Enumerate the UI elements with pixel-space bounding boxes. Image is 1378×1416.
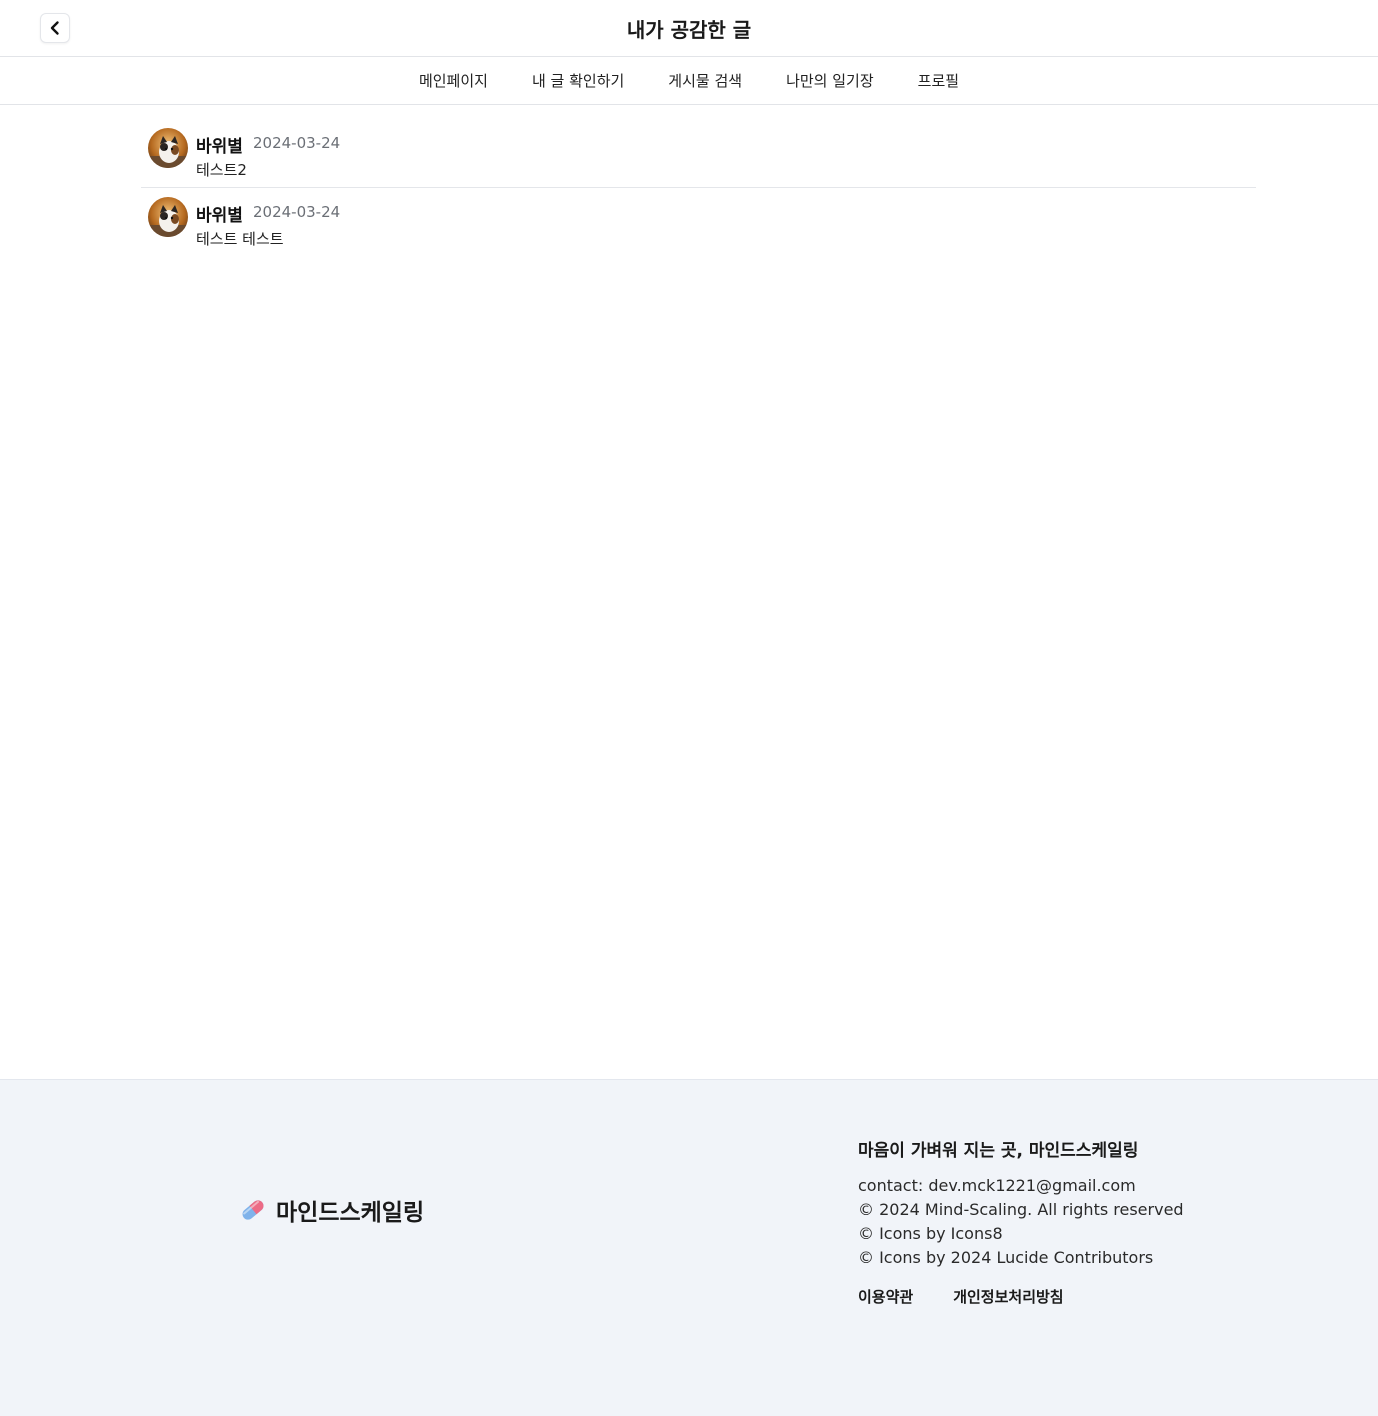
- post-date: 2024-03-24: [253, 134, 341, 152]
- post-author: 바위별: [196, 206, 243, 226]
- footer-icons-credit: © Icons by 2024 Lucide Contributors: [858, 1248, 1154, 1267]
- footer-copyright: © 2024 Mind-Scaling. All rights reserved: [858, 1200, 1184, 1219]
- nav-item-profile[interactable]: 프로필: [918, 70, 959, 91]
- nav-item-main[interactable]: 메인페이지: [419, 70, 488, 91]
- footer-brand-name: 마인드스케일링: [276, 1200, 425, 1226]
- post-date: 2024-03-24: [253, 203, 341, 221]
- footer-slogan: 마음이 가벼워 지는 곳, 마인드스케일링: [858, 1141, 1139, 1161]
- nav-item-search[interactable]: 게시물 검색: [668, 70, 742, 91]
- nav-item-my-posts[interactable]: 내 글 확인하기: [532, 70, 624, 91]
- top-header: 내가 공감한 글: [0, 0, 1378, 57]
- list-item[interactable]: 바위별 2024-03-24 테스트2: [141, 119, 1256, 188]
- page-title: 내가 공감한 글: [626, 18, 752, 42]
- liked-posts-list: 바위별 2024-03-24 테스트2 바위별 2024-03-24 테스트 테…: [141, 119, 1256, 257]
- footer-contact: contact: dev.mck1221@gmail.com: [858, 1176, 1136, 1195]
- footer-links: 이용약관 개인정보처리방침: [858, 1286, 1184, 1307]
- footer-info: 마음이 가벼워 지는 곳, 마인드스케일링 contact: dev.mck12…: [858, 1136, 1184, 1307]
- pill-icon: [242, 1200, 264, 1220]
- footer: 마인드스케일링 마음이 가벼워 지는 곳, 마인드스케일링 contact: d…: [0, 1079, 1378, 1416]
- footer-brand: 마인드스케일링: [238, 1193, 424, 1227]
- avatar: [148, 197, 188, 237]
- main-nav: 메인페이지 내 글 확인하기 게시물 검색 나만의 일기장 프로필: [0, 57, 1378, 105]
- privacy-policy-link[interactable]: 개인정보처리방침: [953, 1286, 1063, 1307]
- post-author: 바위별: [196, 137, 243, 157]
- post-content: 테스트 테스트: [196, 230, 284, 248]
- footer-icons-credit: © Icons by Icons8: [858, 1224, 1003, 1243]
- terms-link[interactable]: 이용약관: [858, 1286, 913, 1307]
- avatar: [148, 128, 188, 168]
- post-content: 테스트2: [196, 161, 247, 179]
- list-item[interactable]: 바위별 2024-03-24 테스트 테스트: [141, 188, 1256, 257]
- nav-item-diary[interactable]: 나만의 일기장: [786, 70, 874, 91]
